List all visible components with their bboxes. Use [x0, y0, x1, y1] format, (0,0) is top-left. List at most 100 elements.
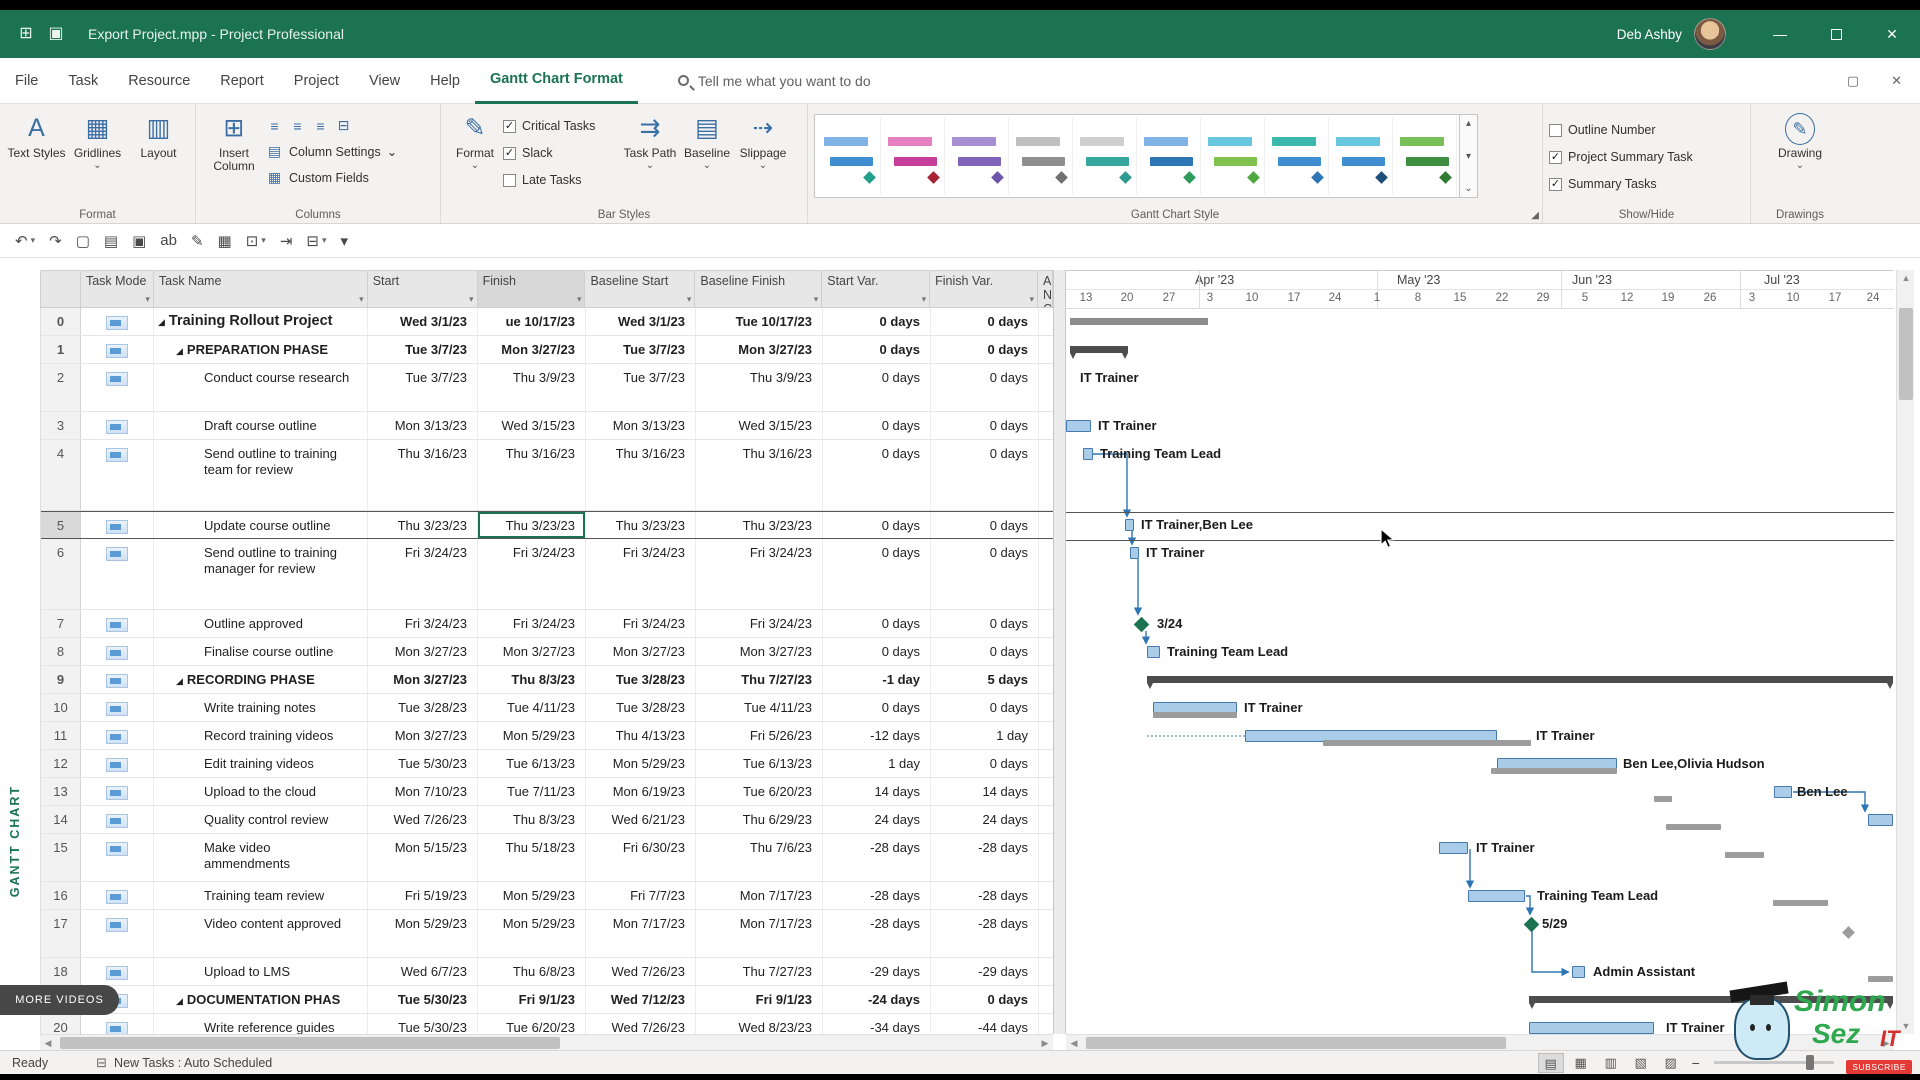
- baseline-start-cell[interactable]: Thu 3/23/23: [586, 512, 696, 538]
- table-row[interactable]: 19◢DOCUMENTATION PHASTue 5/30/23Fri 9/1/…: [41, 986, 1053, 1014]
- gantt-task-bar[interactable]: [1147, 646, 1160, 658]
- start-cell[interactable]: Fri 3/24/23: [368, 539, 478, 609]
- gantt-style-thumbnail-6[interactable]: [1137, 117, 1201, 195]
- row-number-cell[interactable]: 11: [41, 722, 81, 749]
- start-var-cell[interactable]: 14 days: [823, 778, 931, 805]
- gantt-milestone-icon[interactable]: [1134, 617, 1150, 633]
- task-name-cell[interactable]: ◢Training Rollout Project: [154, 308, 368, 335]
- finish-cell[interactable]: Fri 3/24/23: [478, 610, 586, 637]
- baseline-start-cell[interactable]: Mon 5/29/23: [586, 750, 696, 777]
- baseline-finish-cell[interactable]: Fri 3/24/23: [696, 539, 823, 609]
- baseline-start-cell[interactable]: Tue 3/28/23: [586, 694, 696, 721]
- finish-var-cell[interactable]: 0 days: [931, 412, 1039, 439]
- start-var-cell[interactable]: 0 days: [823, 638, 931, 665]
- late-tasks-checkbox[interactable]: Late Tasks: [503, 168, 621, 192]
- start-cell[interactable]: Fri 3/24/23: [368, 610, 478, 637]
- column-header-baseline-start[interactable]: Baseline Start▾: [585, 271, 695, 308]
- expand-triangle-icon[interactable]: ◢: [176, 996, 183, 1006]
- task-usage-view-button[interactable]: ▦: [1568, 1053, 1594, 1073]
- row-number-cell[interactable]: 17: [41, 910, 81, 957]
- table-row[interactable]: 4Send outline to training team for revie…: [41, 440, 1053, 511]
- align-left-icon[interactable]: ≡: [266, 118, 283, 134]
- baseline-finish-cell[interactable]: Mon 3/27/23: [696, 638, 823, 665]
- task-mode-cell[interactable]: [81, 750, 154, 777]
- task-name-cell[interactable]: Upload to LMS: [154, 958, 368, 985]
- finish-var-cell[interactable]: 0 days: [931, 364, 1039, 411]
- task-mode-cell[interactable]: [81, 910, 154, 957]
- baseline-finish-cell[interactable]: Mon 3/27/23: [696, 336, 823, 363]
- insert-table-button[interactable]: ▦: [213, 230, 237, 252]
- finish-cell[interactable]: Mon 5/29/23: [478, 882, 586, 909]
- finish-var-cell[interactable]: 0 days: [931, 694, 1039, 721]
- task-name-cell[interactable]: Update course outline: [154, 512, 368, 538]
- scroll-left-icon[interactable]: ◀: [40, 1035, 56, 1051]
- finish-var-cell[interactable]: 0 days: [931, 336, 1039, 363]
- start-var-cell[interactable]: -28 days: [823, 882, 931, 909]
- gantt-task-bar[interactable]: [1572, 966, 1585, 978]
- gantt-style-thumbnail-8[interactable]: [1265, 117, 1329, 195]
- baseline-start-cell[interactable]: Wed 7/26/23: [586, 958, 696, 985]
- row-number-cell[interactable]: 2: [41, 364, 81, 411]
- task-name-cell[interactable]: Write training notes: [154, 694, 368, 721]
- table-row[interactable]: 15Make video ammendmentsMon 5/15/23Thu 5…: [41, 834, 1053, 882]
- finish-var-cell[interactable]: -28 days: [931, 882, 1039, 909]
- signed-in-user[interactable]: Deb Ashby: [1617, 27, 1682, 42]
- finish-cell[interactable]: Wed 3/15/23: [478, 412, 586, 439]
- start-var-cell[interactable]: -29 days: [823, 958, 931, 985]
- start-var-cell[interactable]: 0 days: [823, 539, 931, 609]
- baseline-start-cell[interactable]: Fri 3/24/23: [586, 610, 696, 637]
- row-number-cell[interactable]: 14: [41, 806, 81, 833]
- baseline-start-cell[interactable]: Mon 6/19/23: [586, 778, 696, 805]
- gantt-task-bar[interactable]: [1130, 547, 1139, 559]
- baseline-start-cell[interactable]: Wed 3/1/23: [586, 308, 696, 335]
- finish-var-cell[interactable]: 0 days: [931, 750, 1039, 777]
- baseline-finish-cell[interactable]: Thu 6/29/23: [696, 806, 823, 833]
- start-cell[interactable]: Mon 5/29/23: [368, 910, 478, 957]
- table-row[interactable]: 14Quality control reviewWed 7/26/23Thu 8…: [41, 806, 1053, 834]
- align-right-icon[interactable]: ≡: [312, 118, 329, 134]
- start-cell[interactable]: Tue 5/30/23: [368, 750, 478, 777]
- layout-button[interactable]: ▥ Layout: [128, 108, 189, 160]
- row-number-cell[interactable]: 7: [41, 610, 81, 637]
- start-cell[interactable]: Mon 3/27/23: [368, 638, 478, 665]
- new-tasks-mode[interactable]: ⊟ New Tasks : Auto Scheduled: [96, 1055, 272, 1071]
- finish-cell[interactable]: ue 10/17/23: [478, 308, 586, 335]
- task-mode-cell[interactable]: [81, 694, 154, 721]
- gantt-task-bar[interactable]: [1125, 519, 1134, 531]
- task-name-cell[interactable]: Training team review: [154, 882, 368, 909]
- text-styles-button[interactable]: A Text Styles: [6, 108, 67, 160]
- table-row[interactable]: 20Write reference guidesTue 5/30/23Tue 6…: [41, 1014, 1053, 1034]
- baseline-button[interactable]: ▤ Baseline ⌄: [679, 108, 735, 170]
- close-button[interactable]: ✕: [1864, 10, 1920, 58]
- menu-tab-task[interactable]: Task: [53, 58, 113, 104]
- indent-button[interactable]: ⇥: [275, 230, 298, 252]
- gantt-style-thumbnail-10[interactable]: [1393, 117, 1457, 195]
- timeline-header[interactable]: Apr '23May '23Jun '23Jul '23132027310172…: [1066, 271, 1894, 309]
- table-row[interactable]: 12Edit training videosTue 5/30/23Tue 6/1…: [41, 750, 1053, 778]
- finish-cell[interactable]: Tue 6/20/23: [478, 1014, 586, 1034]
- baseline-finish-cell[interactable]: Wed 3/15/23: [696, 412, 823, 439]
- task-name-cell[interactable]: Record training videos: [154, 722, 368, 749]
- task-name-cell[interactable]: Video content approved: [154, 910, 368, 957]
- finish-var-cell[interactable]: 0 days: [931, 610, 1039, 637]
- start-var-cell[interactable]: 1 day: [823, 750, 931, 777]
- row-number-cell[interactable]: 9: [41, 666, 81, 693]
- task-name-cell[interactable]: Quality control review: [154, 806, 368, 833]
- zoom-out-button[interactable]: −: [1692, 1055, 1700, 1071]
- gantt-style-thumbnail-2[interactable]: [881, 117, 945, 195]
- close-pane-icon[interactable]: ✕: [1891, 73, 1902, 89]
- table-row[interactable]: 8Finalise course outlineMon 3/27/23Mon 3…: [41, 638, 1053, 666]
- redo-button[interactable]: ↷: [44, 230, 67, 252]
- task-name-cell[interactable]: Upload to the cloud: [154, 778, 368, 805]
- baseline-finish-cell[interactable]: Mon 7/17/23: [696, 882, 823, 909]
- start-var-cell[interactable]: -24 days: [823, 986, 931, 1013]
- start-var-cell[interactable]: -28 days: [823, 834, 931, 881]
- menu-tab-resource[interactable]: Resource: [113, 58, 205, 104]
- start-cell[interactable]: Wed 3/1/23: [368, 308, 478, 335]
- start-cell[interactable]: Tue 3/28/23: [368, 694, 478, 721]
- baseline-start-cell[interactable]: Tue 3/7/23: [586, 364, 696, 411]
- gantt-task-bar[interactable]: [1439, 842, 1468, 854]
- row-number-cell[interactable]: 15: [41, 834, 81, 881]
- row-number-cell[interactable]: 5: [41, 512, 81, 538]
- row-number-cell[interactable]: 8: [41, 638, 81, 665]
